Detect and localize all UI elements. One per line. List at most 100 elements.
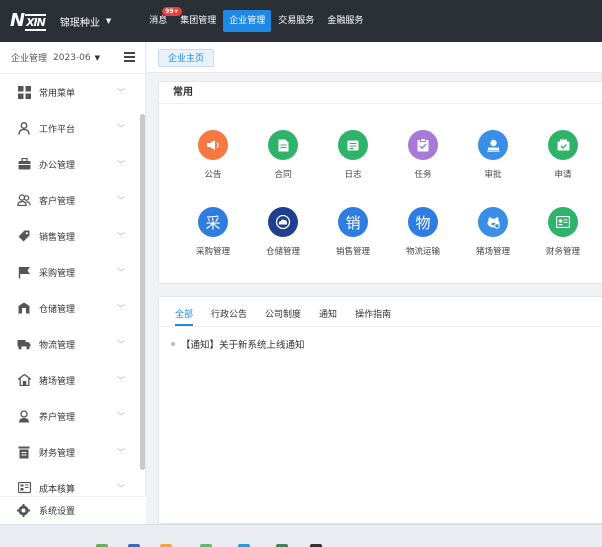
company-switcher[interactable]: 锦珉种业 ▼ bbox=[60, 14, 111, 29]
topnav-messages[interactable]: 消息 99+ bbox=[143, 7, 182, 32]
topnav-trade-services[interactable]: 交易服务 bbox=[272, 10, 320, 32]
app-purchasing[interactable]: 采 采购管理 bbox=[178, 207, 248, 257]
app-contract[interactable]: 合同 bbox=[248, 130, 318, 180]
sidebar-item-label: 成本核算 bbox=[39, 484, 76, 495]
application-icon bbox=[548, 130, 578, 160]
users-icon bbox=[17, 193, 31, 207]
sidebar-scrollbar[interactable] bbox=[140, 114, 145, 470]
notice-title: 【通知】关于新系统上线通知 bbox=[181, 340, 305, 351]
app-approval[interactable]: 审批 bbox=[458, 130, 528, 180]
contract-icon bbox=[268, 130, 298, 160]
app-label: 审批 bbox=[484, 170, 502, 180]
sidebar-item-label: 猪场管理 bbox=[39, 376, 76, 387]
sidebar-item-label: 客户管理 bbox=[39, 196, 76, 207]
bullet-icon bbox=[171, 342, 175, 346]
sidebar-item-label: 养户管理 bbox=[39, 412, 76, 423]
sidebar-item-pig-farm[interactable]: 猪场管理 ﹀ bbox=[0, 362, 145, 398]
list-item[interactable]: 【通知】关于新系统上线通知 bbox=[171, 337, 305, 351]
sidebar-item-label: 物流管理 bbox=[39, 340, 76, 351]
log-icon bbox=[338, 130, 368, 160]
farmer-icon bbox=[17, 409, 31, 423]
app-pig-farm[interactable]: 猪场管理 bbox=[458, 207, 528, 257]
chevron-down-icon: ﹀ bbox=[117, 340, 125, 349]
ledger-icon bbox=[17, 445, 31, 459]
sidebar-menu: 常用菜单 ﹀ 工作平台 ﹀ 办公管理 ﹀ 客户管理 ﹀ 销售管理 ﹀ 采购管理 … bbox=[0, 74, 145, 506]
sales-icon: 销 bbox=[338, 207, 368, 237]
top-nav: 消息 99+ 集团管理 企业管理 交易服务 金融服务 bbox=[143, 0, 370, 42]
tab-home[interactable]: 企业主页 bbox=[158, 49, 215, 67]
notice-tabs: 全部 行政公告 公司制度 通知 操作指南 bbox=[159, 297, 602, 327]
clipboard-icon bbox=[408, 130, 438, 160]
chevron-down-icon: ﹀ bbox=[117, 88, 125, 97]
calculator-icon bbox=[17, 481, 31, 495]
sidebar-item-label: 财务管理 bbox=[39, 448, 76, 459]
sidebar-item-sales[interactable]: 销售管理 ﹀ bbox=[0, 218, 145, 254]
collapse-menu-icon[interactable] bbox=[124, 52, 135, 62]
app-logistics[interactable]: 物 物流运输 bbox=[388, 207, 458, 257]
finance-icon bbox=[548, 207, 578, 237]
approval-icon bbox=[478, 130, 508, 160]
tag-icon bbox=[17, 229, 31, 243]
purchase-icon: 采 bbox=[198, 207, 228, 237]
chevron-down-icon: ﹀ bbox=[117, 304, 125, 313]
sidebar-item-system-settings[interactable]: 系统设置 bbox=[0, 496, 146, 524]
app-label: 猪场管理 bbox=[475, 247, 510, 257]
notices-panel: 全部 行政公告 公司制度 通知 操作指南 【通知】关于新系统上线通知 bbox=[158, 296, 602, 524]
briefcase-icon bbox=[17, 157, 31, 171]
panel-title: 常用 bbox=[159, 82, 602, 104]
page-tab-strip: 企业主页 bbox=[147, 42, 602, 73]
sidebar-item-label: 办公管理 bbox=[39, 160, 76, 171]
app-log[interactable]: 日志 bbox=[318, 130, 388, 180]
app-label: 合同 bbox=[274, 170, 292, 180]
sidebar-item-label: 仓储管理 bbox=[39, 304, 76, 315]
app-announcement[interactable]: 公告 bbox=[178, 130, 248, 180]
os-taskbar bbox=[0, 524, 602, 547]
sidebar-item-farmers[interactable]: 养户管理 ﹀ bbox=[0, 398, 145, 434]
chevron-down-icon: ﹀ bbox=[117, 448, 125, 457]
tab-admin-announcements[interactable]: 行政公告 bbox=[211, 307, 247, 326]
tab-notifications[interactable]: 通知 bbox=[319, 307, 337, 326]
sidebar-header-label: 企业管理 bbox=[11, 54, 48, 64]
grid-icon bbox=[17, 85, 31, 99]
app-label: 销售管理 bbox=[335, 247, 370, 257]
app-sales[interactable]: 销 销售管理 bbox=[318, 207, 388, 257]
topnav-enterprise-management[interactable]: 企业管理 bbox=[223, 10, 272, 32]
chevron-down-icon: ﹀ bbox=[117, 412, 125, 421]
app-label: 日志 bbox=[344, 170, 362, 180]
app-warehouse[interactable]: 仓储管理 bbox=[248, 207, 318, 257]
pig-icon bbox=[478, 207, 508, 237]
sidebar-item-purchasing[interactable]: 采购管理 ﹀ bbox=[0, 254, 145, 290]
sidebar-item-work-platform[interactable]: 工作平台 ﹀ bbox=[0, 110, 145, 146]
tab-company-policies[interactable]: 公司制度 bbox=[265, 307, 301, 326]
period-select[interactable]: 2023-06 bbox=[53, 53, 91, 63]
truck-icon bbox=[17, 337, 31, 351]
person-icon bbox=[17, 121, 31, 135]
caret-down-icon[interactable]: ▼ bbox=[95, 54, 100, 62]
app-label: 财务管理 bbox=[545, 247, 580, 257]
topnav-finance-services[interactable]: 金融服务 bbox=[321, 10, 369, 32]
chevron-down-icon: ﹀ bbox=[117, 160, 125, 169]
tab-user-guide[interactable]: 操作指南 bbox=[355, 307, 391, 326]
sidebar-item-customers[interactable]: 客户管理 ﹀ bbox=[0, 182, 145, 218]
warehouse-icon bbox=[17, 301, 31, 315]
app-label: 物流运输 bbox=[405, 247, 440, 257]
sidebar-item-label: 工作平台 bbox=[39, 124, 76, 135]
topnav-group-management[interactable]: 集团管理 bbox=[174, 10, 222, 32]
flag-icon bbox=[17, 265, 31, 279]
sidebar-item-finance[interactable]: 财务管理 ﹀ bbox=[0, 434, 145, 470]
sidebar-item-warehouse[interactable]: 仓储管理 ﹀ bbox=[0, 290, 145, 326]
sidebar-item-logistics[interactable]: 物流管理 ﹀ bbox=[0, 326, 145, 362]
sidebar-item-common-menu[interactable]: 常用菜单 ﹀ bbox=[0, 74, 145, 110]
logo[interactable]: N XIN bbox=[10, 12, 46, 31]
app-label: 公告 bbox=[204, 170, 222, 180]
app-finance[interactable]: 财务管理 bbox=[528, 207, 598, 257]
app-label: 仓储管理 bbox=[265, 247, 300, 257]
sidebar-item-label: 常用菜单 bbox=[39, 88, 76, 99]
app-label: 采购管理 bbox=[195, 247, 230, 257]
sidebar-item-office[interactable]: 办公管理 ﹀ bbox=[0, 146, 145, 182]
cloud-icon bbox=[268, 207, 298, 237]
tab-all[interactable]: 全部 bbox=[175, 307, 194, 326]
app-application[interactable]: 申请 bbox=[528, 130, 598, 180]
app-task[interactable]: 任务 bbox=[388, 130, 458, 180]
sidebar-item-label: 采购管理 bbox=[39, 268, 76, 279]
